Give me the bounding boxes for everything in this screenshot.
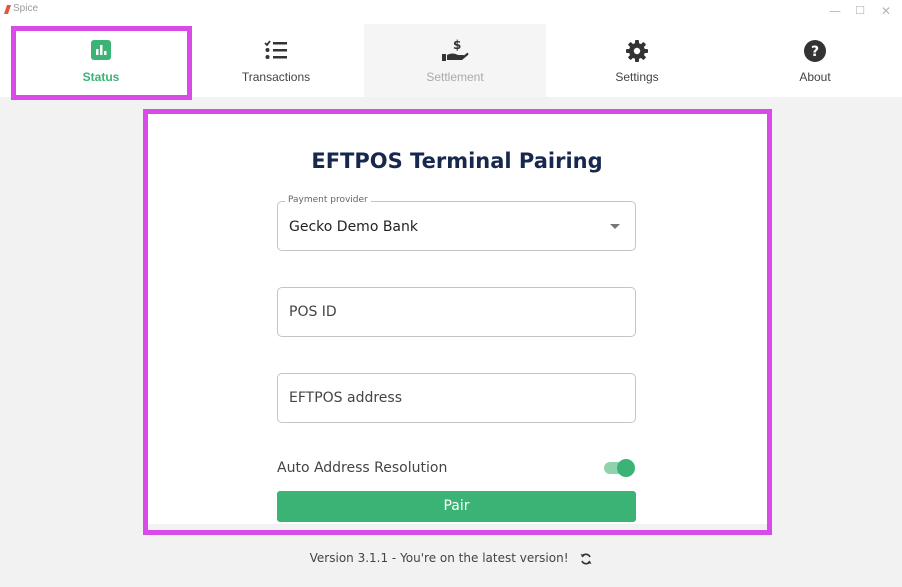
spice-logo-icon <box>4 5 11 14</box>
tab-settings[interactable]: Settings <box>546 24 728 97</box>
eftpos-address-field[interactable]: EFTPOS address <box>277 373 636 423</box>
svg-text:$: $ <box>453 38 461 52</box>
tab-status-label: Status <box>82 70 120 84</box>
pair-button[interactable]: Pair <box>277 491 636 522</box>
window-title: Spice <box>13 3 39 14</box>
toggle-knob <box>617 459 635 477</box>
payment-provider-select[interactable]: Payment provider Gecko Demo Bank <box>277 195 636 251</box>
refresh-icon[interactable] <box>580 553 592 565</box>
tab-status[interactable]: Status <box>14 24 188 97</box>
tab-transactions-label: Transactions <box>241 70 311 84</box>
list-check-icon <box>264 40 287 59</box>
tab-about[interactable]: ? About <box>728 24 902 97</box>
svg-text:?: ? <box>811 44 819 60</box>
version-footer: Version 3.1.1 - You're on the latest ver… <box>0 551 902 565</box>
tab-transactions[interactable]: Transactions <box>188 24 364 97</box>
auto-address-toggle[interactable] <box>604 459 636 477</box>
auto-address-label: Auto Address Resolution <box>277 460 448 476</box>
pairing-card: EFTPOS Terminal Pairing Payment provider… <box>146 112 768 524</box>
payment-provider-value: Gecko Demo Bank <box>289 219 418 235</box>
tab-settings-label: Settings <box>615 70 659 84</box>
version-text: Version 3.1.1 - You're on the latest ver… <box>309 551 569 565</box>
pos-id-field[interactable]: POS ID <box>277 287 636 337</box>
close-button[interactable]: ✕ <box>876 2 896 20</box>
tab-about-label: About <box>799 70 831 84</box>
hand-dollar-icon: $ <box>442 38 469 61</box>
payment-provider-label: Payment provider <box>285 195 371 205</box>
tab-settlement[interactable]: $ Settlement <box>364 24 546 97</box>
bar-chart-icon <box>91 40 111 60</box>
minimize-button[interactable]: — <box>825 2 845 20</box>
maximize-button[interactable]: ☐ <box>850 2 870 20</box>
tab-bar: Status Transactions $ Settlement Setting… <box>0 24 902 97</box>
tab-settlement-label: Settlement <box>426 70 484 84</box>
eftpos-address-placeholder: EFTPOS address <box>289 390 403 406</box>
question-circle-icon: ? <box>804 40 826 62</box>
gear-icon <box>626 40 648 62</box>
chevron-down-icon <box>610 224 620 229</box>
title-bar: Spice — ☐ ✕ <box>0 0 902 24</box>
pos-id-placeholder: POS ID <box>289 304 337 320</box>
page-title: EFTPOS Terminal Pairing <box>311 149 603 173</box>
